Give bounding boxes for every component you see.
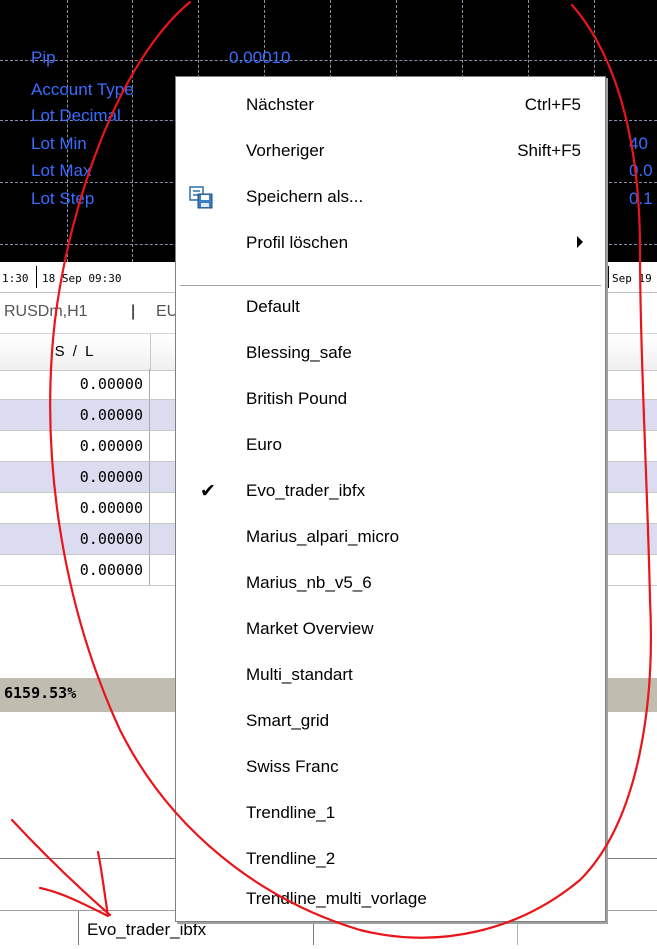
menu-item-label: Profil löschen [246,233,349,252]
menu-item-label: Trendline_multi_vorlage [246,889,427,908]
menu-item-profile[interactable]: Multi_standart [176,657,605,695]
menu-item-shortcut: Ctrl+F5 [524,95,581,114]
grid-line [67,0,68,262]
grid-line [132,0,133,262]
menu-item-previous[interactable]: Vorheriger Shift+F5 [176,133,605,171]
chart-label-lot-decimal: Lot Decimal [31,106,121,125]
column-header-sl[interactable]: S / L [0,334,151,370]
menu-item-label: British Pound [246,389,348,408]
tab-separator: | [131,303,136,320]
table-cell-sl: 0.00000 [0,369,150,399]
table-cell-sl: 0.00000 [0,462,150,492]
menu-item-profile[interactable]: Default [176,289,605,327]
menu-item-label: Swiss Franc [246,757,339,776]
table-cell-sl: 0.00000 [0,493,150,523]
menu-item-label: Marius_nb_v5_6 [246,573,372,592]
menu-item-profile[interactable]: Marius_nb_v5_6 [176,565,605,603]
menu-item-profile[interactable]: Euro [176,427,605,465]
menu-item-profile[interactable]: British Pound [176,381,605,419]
menu-item-profile[interactable]: Marius_alpari_micro [176,519,605,557]
table-cell-sl: 0.00000 [0,400,150,430]
menu-item-label: Speichern als... [246,187,364,206]
menu-item-next[interactable]: Nächster Ctrl+F5 [176,87,605,125]
time-tick: 18 Sep 09:30 [42,272,122,285]
tick-separator [36,266,37,288]
chart-value-pip: 0.00010 [229,48,291,67]
chart-label-lot-step: Lot Step [31,189,95,208]
menu-item-profile[interactable]: Swiss Franc [176,749,605,787]
chart-value-right: 0.0 [629,161,653,180]
chart-value-right: 40 [629,134,648,153]
menu-item-label: Multi_standart [246,665,353,684]
tick-separator [608,266,609,288]
menu-item-profile[interactable]: Blessing_safe [176,335,605,373]
chart-tab-rusdm[interactable]: RUSDm,H1 [4,303,88,321]
menu-item-profile-checked[interactable]: ✔ Evo_trader_ibfx [176,473,605,511]
check-mark-icon: ✔ [200,481,216,502]
chart-label-pip: Pip [31,48,56,67]
chart-label-lot-min: Lot Min [31,134,87,153]
menu-item-label: Smart_grid [246,711,330,730]
menu-item-label: Trendline_1 [246,803,336,822]
menu-item-shortcut: Shift+F5 [517,141,581,160]
table-cell-sl: 0.00000 [0,431,150,461]
chart-label-account-type: Account Type [31,80,134,99]
menu-item-profile[interactable]: Trendline_multi_vorlage [176,887,605,917]
menu-item-profile[interactable]: Smart_grid [176,703,605,741]
chart-label-lot-max: Lot Max [31,161,92,180]
menu-item-label: Nächster [246,95,315,114]
menu-item-label: Default [246,297,300,316]
total-value: 6159.53% [4,684,77,702]
menu-item-label: Vorheriger [246,141,325,160]
menu-item-label: Euro [246,435,282,454]
menu-item-delete-profile[interactable]: Profil löschen [176,225,605,263]
menu-item-label: Marius_alpari_micro [246,527,400,546]
menu-item-profile[interactable]: Trendline_2 [176,841,605,879]
submenu-arrow-icon [577,236,583,248]
menu-item-label: Trendline_2 [246,849,336,868]
table-cell-sl: 0.00000 [0,524,150,554]
menu-item-profile[interactable]: Market Overview [176,611,605,649]
save-profile-icon [189,186,213,209]
time-tick: Sep 19 [612,272,652,285]
menu-separator [180,285,601,287]
grid-line [0,60,657,61]
menu-item-label: Blessing_safe [246,343,352,362]
menu-item-save-as[interactable]: Speichern als... [176,179,605,217]
menu-item-label: Evo_trader_ibfx [246,481,366,500]
annotation-arrow [10,818,112,918]
menu-item-profile[interactable]: Trendline_1 [176,795,605,833]
table-cell-sl: 0.00000 [0,555,150,585]
chart-value-right: 0.1 [629,189,653,208]
profiles-context-menu[interactable]: Nächster Ctrl+F5 Vorheriger Shift+F5 Spe… [175,76,606,922]
menu-item-label: Market Overview [246,619,374,638]
time-tick: 1:30 [2,272,29,285]
